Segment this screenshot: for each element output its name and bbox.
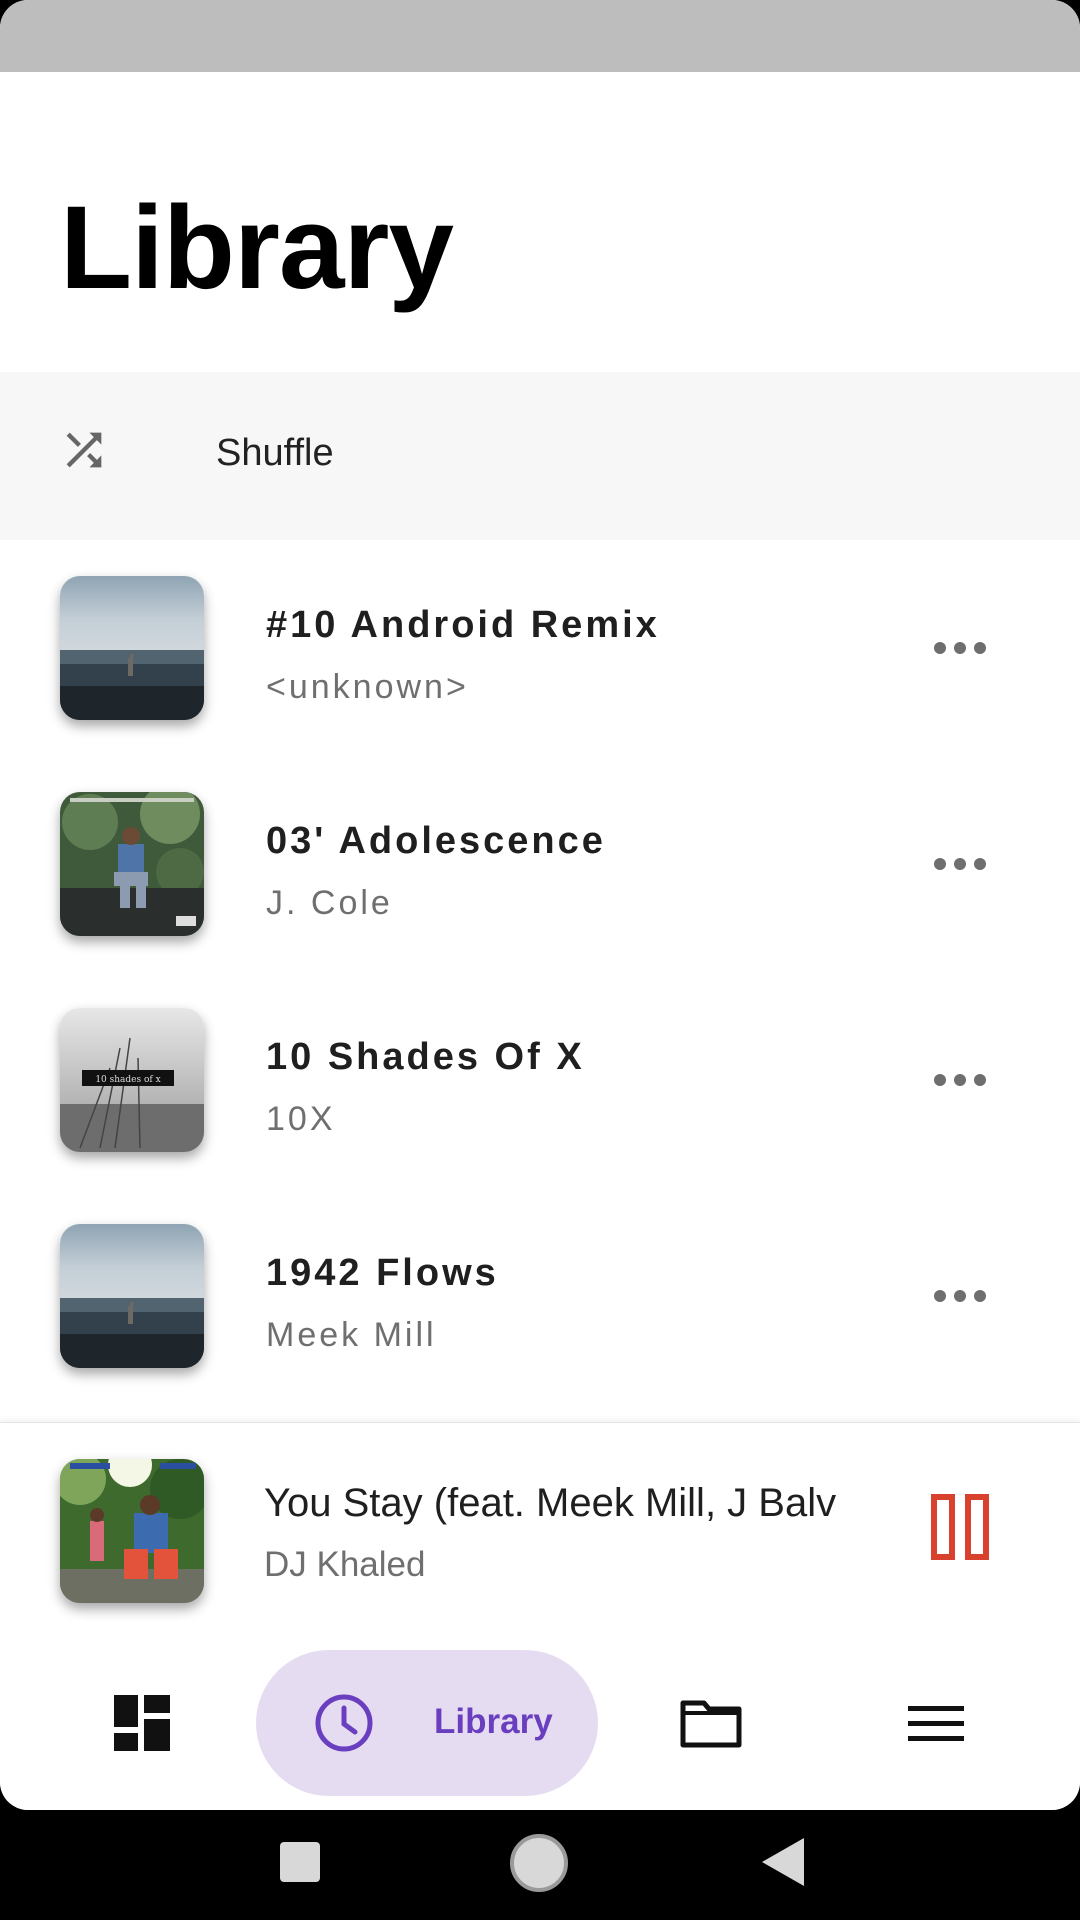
folder-icon [680,1700,742,1748]
more-options-button[interactable] [930,1062,990,1098]
nav-item-home[interactable] [86,1650,198,1796]
more-horiz-icon [934,642,986,654]
recent-apps-button[interactable] [276,1838,324,1886]
now-playing-title: You Stay (feat. Meek Mill, J Balv [264,1481,837,1525]
more-horiz-icon [934,858,986,870]
nav-item-folders[interactable] [654,1650,766,1796]
more-options-button[interactable] [930,630,990,666]
dashboard-icon [114,1695,170,1751]
album-art [60,1224,204,1368]
track-artist: <unknown> [266,668,469,706]
track-artist: J. Cole [266,884,393,922]
track-artist: Meek Mill [266,1316,437,1354]
track-title: #10 Android Remix [266,604,660,646]
bottom-navigation: Library [0,1630,1080,1810]
pause-icon [931,1494,989,1560]
shuffle-label: Shuffle [216,432,334,474]
album-art-text: 10 shades of x [95,1075,160,1085]
album-art: 10 shades of x [60,1008,204,1152]
status-bar [0,0,1080,72]
now-playing-bar[interactable]: You Stay (feat. Meek Mill, J Balv DJ Kha… [0,1422,1080,1631]
track-row[interactable]: 10 shades of x 10 Shades Of X 10X [0,972,1080,1188]
system-navigation-bar [0,1810,1080,1920]
nav-label-library: Library [434,1702,553,1741]
pause-button[interactable] [930,1491,990,1563]
shuffle-icon [66,432,102,468]
more-options-button[interactable] [930,846,990,882]
more-options-button[interactable] [930,1278,990,1314]
track-title: 10 Shades Of X [266,1036,585,1078]
now-playing-album-art [60,1459,204,1603]
track-row[interactable]: 1942 Flows Meek Mill [0,1188,1080,1404]
page-title: Library [60,182,454,314]
clock-icon [315,1694,373,1752]
track-title: 1942 Flows [266,1252,499,1294]
track-title: 03' Adolescence [266,820,606,862]
album-art [60,576,204,720]
track-row[interactable]: 03' Adolescence J. Cole [0,756,1080,972]
menu-icon [908,1706,964,1741]
now-playing-artist: DJ Khaled [264,1545,426,1584]
circle-icon [510,1834,568,1892]
back-button[interactable] [756,1834,808,1890]
more-horiz-icon [934,1290,986,1302]
shuffle-button[interactable]: Shuffle [0,372,1080,540]
square-icon [280,1842,320,1882]
more-horiz-icon [934,1074,986,1086]
back-triangle-icon [762,1838,804,1886]
home-button[interactable] [508,1832,570,1894]
nav-item-library[interactable]: Library [256,1650,598,1796]
app-screen: Library Shuffle #10 Android Remix <unkno… [0,0,1080,1810]
nav-item-menu[interactable] [880,1650,992,1796]
track-row[interactable]: #10 Android Remix <unknown> [0,540,1080,756]
album-art [60,792,204,936]
track-artist: 10X [266,1100,336,1138]
